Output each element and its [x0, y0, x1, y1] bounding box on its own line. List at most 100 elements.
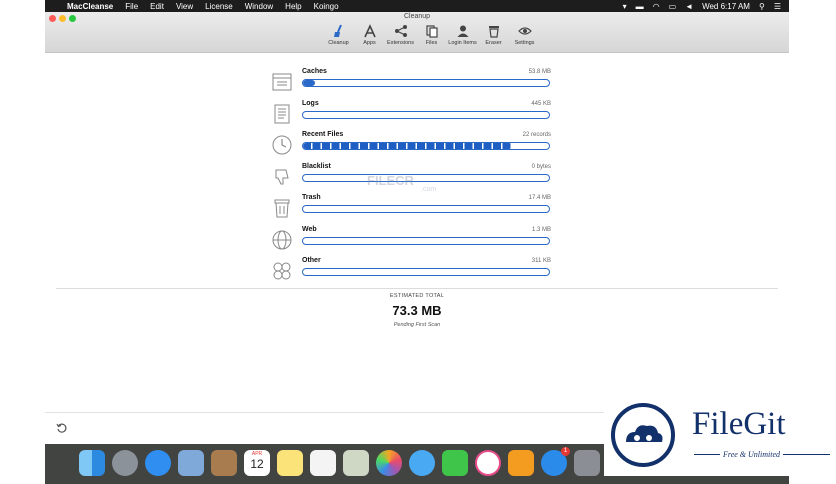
dock-mail[interactable] [178, 450, 204, 476]
category-size: 1.3 MB [531, 227, 551, 233]
toolbar-extensions-label: Extensions [387, 40, 414, 46]
app-window: Cleanup Cleanup Apps Extensions Files Lo… [45, 12, 789, 444]
menu-clock[interactable]: Wed 6:17 AM [702, 2, 750, 11]
dock-ibooks[interactable] [508, 450, 534, 476]
dock-app-store[interactable]: 1 [541, 447, 570, 476]
dock-photos[interactable] [376, 450, 402, 476]
menu-koingo[interactable]: Koingo [314, 2, 339, 11]
progress-fill [303, 143, 513, 149]
dock-launchpad[interactable] [112, 450, 138, 476]
dock-reminders[interactable] [310, 450, 336, 476]
menu-window[interactable]: Window [245, 2, 273, 11]
category-label: Other [302, 257, 321, 264]
dock-itunes[interactable] [475, 450, 501, 476]
trash-can-icon [274, 199, 290, 218]
toolbar-eraser-label: Eraser [485, 40, 502, 46]
estimated-total-label: ESTIMATED TOTAL [389, 293, 445, 299]
app-menu[interactable]: MacCleanse [67, 2, 113, 11]
category-label: Web [302, 226, 317, 233]
category-label: Blacklist [302, 163, 331, 170]
progress-fill [303, 80, 316, 86]
category-label: Logs [302, 100, 319, 107]
watermark-suffix: .com [421, 186, 437, 193]
volume-icon[interactable]: ◄ [685, 2, 693, 11]
apps-icon [363, 24, 376, 38]
menu-view[interactable]: View [176, 2, 193, 11]
filegit-watermark: FileGit Free & Unlimited [604, 396, 836, 476]
category-logs[interactable]: Logs 445 KB [271, 100, 551, 129]
spotlight-icon[interactable]: ⚲ [759, 2, 765, 11]
files-icon [425, 25, 438, 38]
calendar-day: 12 [250, 457, 264, 471]
menu-file[interactable]: File [125, 2, 138, 11]
category-trash[interactable]: Trash 17.4 MB [271, 194, 551, 223]
toolbar-eraser[interactable]: Eraser [478, 24, 509, 46]
title-bar: Cleanup Cleanup Apps Extensions Files Lo… [45, 12, 789, 53]
recent-clock-icon [272, 135, 292, 155]
toolbar-apps-label: Apps [363, 40, 376, 46]
category-label: Trash [302, 194, 321, 201]
user-icon [457, 25, 468, 37]
filegit-title: FileGit [692, 406, 786, 442]
toolbar-settings-label: Settings [514, 40, 535, 46]
wifi-icon[interactable]: ◠ [653, 2, 660, 11]
filegit-subtitle: Free & Unlimited [720, 450, 784, 459]
toolbar-extensions[interactable]: Extensions [385, 24, 416, 46]
toolbar-files-label: Files [425, 40, 438, 46]
category-caches[interactable]: Caches 53.8 MB [271, 68, 551, 97]
dock-notes[interactable] [277, 450, 303, 476]
eye-icon [517, 27, 532, 35]
scan-status: Pending First Scan [393, 322, 441, 328]
toolbar-login-items[interactable]: Login Items [447, 24, 478, 46]
category-progress-bar [302, 111, 550, 119]
trash-icon [488, 26, 499, 38]
category-size: 0 bytes [531, 164, 551, 170]
window-title: Cleanup [403, 13, 431, 20]
dock-contacts[interactable] [211, 450, 237, 476]
toolbar-files[interactable]: Files [416, 24, 447, 46]
category-recent-files[interactable]: Recent Files 22 records [271, 131, 551, 160]
category-label: Caches [302, 68, 327, 75]
app-store-badge: 1 [561, 447, 570, 456]
category-other[interactable]: Other 311 KB [271, 257, 551, 286]
display-icon[interactable]: ▭ [669, 2, 677, 11]
dock-messages[interactable] [409, 450, 435, 476]
toolbar-cleanup-label: Cleanup [328, 40, 349, 46]
filegit-logo-icon [611, 403, 675, 467]
divider [56, 288, 778, 289]
dock-system-preferences[interactable] [574, 450, 600, 476]
dock-preview[interactable] [343, 450, 369, 476]
category-progress-bar [302, 268, 550, 276]
category-progress-bar [302, 79, 550, 87]
logs-document-icon [274, 104, 290, 124]
share-icon [394, 25, 407, 37]
watermark: FILECR .com [367, 172, 436, 193]
category-size: 445 KB [531, 101, 551, 107]
notification-center-icon[interactable]: ☰ [774, 2, 781, 11]
toolbar-settings[interactable]: Settings [509, 24, 540, 46]
toolbar-cleanup[interactable]: Cleanup [323, 24, 354, 46]
toolbar-apps[interactable]: Apps [354, 24, 385, 46]
menu-edit[interactable]: Edit [150, 2, 164, 11]
category-label: Recent Files [302, 131, 344, 138]
category-size: 17.4 MB [528, 195, 551, 201]
grid-icon [273, 262, 291, 280]
flag-icon[interactable]: ▬ [636, 2, 644, 11]
category-size: 22 records [522, 132, 551, 138]
category-progress-bar [302, 237, 550, 245]
menu-help[interactable]: Help [285, 2, 301, 11]
toolbar-login-items-label: Login Items [448, 40, 477, 46]
toolbar: Cleanup Apps Extensions Files Login Item… [323, 24, 540, 46]
dock-safari[interactable] [145, 450, 171, 476]
dock-facetime[interactable] [442, 450, 468, 476]
thumbs-down-icon [275, 169, 289, 185]
menu-license[interactable]: License [205, 2, 233, 11]
globe-icon [272, 230, 292, 250]
menu-bar: MacCleanse File Edit View License Window… [45, 0, 789, 12]
dock-calendar[interactable]: APR 12 [244, 450, 270, 476]
category-size: 311 KB [531, 258, 551, 264]
status-app-icon[interactable]: ▾ [623, 2, 627, 11]
category-web[interactable]: Web 1.3 MB [271, 226, 551, 255]
dock-finder[interactable] [79, 450, 105, 476]
refresh-icon[interactable] [56, 422, 68, 434]
